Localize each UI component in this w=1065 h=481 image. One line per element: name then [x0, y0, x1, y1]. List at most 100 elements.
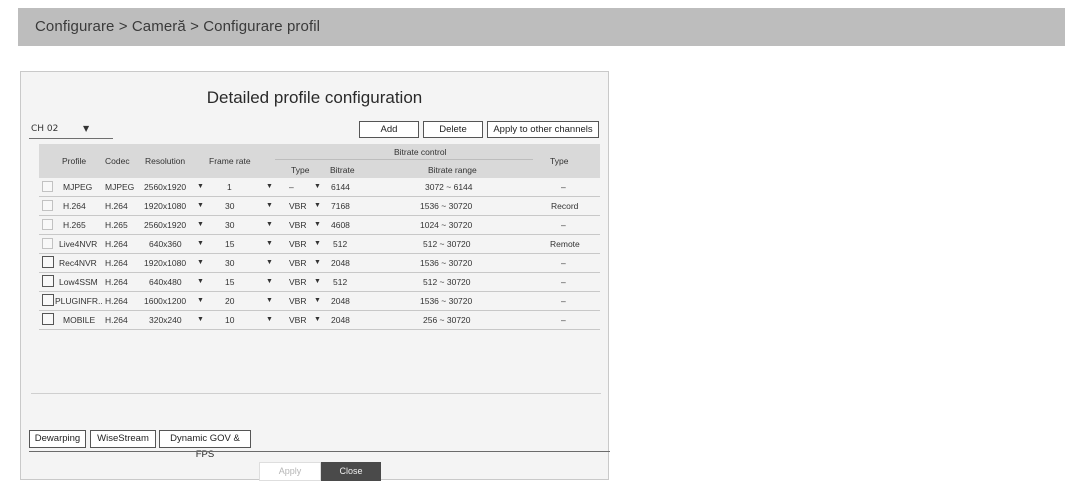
- bitrate-value[interactable]: 6144: [331, 182, 350, 192]
- bitrate-value[interactable]: 4608: [331, 220, 350, 230]
- bitrate-value[interactable]: 2048: [331, 258, 350, 268]
- chevron-down-icon[interactable]: ▼: [314, 240, 321, 247]
- dynamic-gov-fps-button[interactable]: Dynamic GOV & FPS: [159, 430, 251, 460]
- chevron-down-icon[interactable]: ▼: [197, 183, 204, 190]
- profile-name: MOBILE: [63, 315, 96, 325]
- bitrate-value[interactable]: 2048: [331, 296, 350, 306]
- bitrate-type[interactable]: VBR: [289, 220, 306, 230]
- breadcrumb: Configurare > Cameră > Configurare profi…: [35, 18, 321, 35]
- profile-type: –: [561, 220, 566, 230]
- chevron-down-icon[interactable]: ▼: [266, 183, 273, 190]
- add-button[interactable]: Add: [359, 121, 419, 138]
- profile-type: –: [561, 277, 566, 287]
- header-type: Type: [550, 156, 569, 166]
- table-row[interactable]: H.264 H.264 1920x1080 ▼ 30 ▼ VBR ▼ 7168 …: [39, 197, 600, 216]
- bitrate-type[interactable]: VBR: [289, 277, 306, 287]
- row-checkbox[interactable]: [42, 200, 53, 211]
- table-row[interactable]: PLUGINFR.. H.264 1600x1200 ▼ 20 ▼ VBR ▼ …: [39, 292, 600, 311]
- frame-rate[interactable]: 15: [225, 277, 234, 287]
- resolution[interactable]: 640x480: [149, 277, 182, 287]
- resolution[interactable]: 320x240: [149, 315, 182, 325]
- wisestream-button[interactable]: WiseStream: [90, 430, 156, 448]
- profile-name: Live4NVR: [59, 239, 98, 249]
- chevron-down-icon[interactable]: ▼: [314, 297, 321, 304]
- row-checkbox[interactable]: [42, 238, 53, 249]
- apply-button[interactable]: Apply: [259, 462, 321, 481]
- row-checkbox[interactable]: [42, 256, 54, 268]
- row-checkbox[interactable]: [42, 275, 54, 287]
- chevron-down-icon[interactable]: ▼: [197, 221, 204, 228]
- dewarping-button[interactable]: Dewarping: [29, 430, 86, 448]
- table-row[interactable]: MOBILE H.264 320x240 ▼ 10 ▼ VBR ▼ 2048 2…: [39, 311, 600, 330]
- frame-rate[interactable]: 15: [225, 239, 234, 249]
- apply-to-other-channels-button[interactable]: Apply to other channels: [487, 121, 599, 138]
- frame-rate[interactable]: 30: [225, 220, 234, 230]
- resolution[interactable]: 2560x1920: [144, 182, 186, 192]
- resolution[interactable]: 1920x1080: [144, 201, 186, 211]
- chevron-down-icon[interactable]: ▼: [314, 221, 321, 228]
- chevron-down-icon[interactable]: ▼: [266, 316, 273, 323]
- profile-dialog: Detailed profile configuration CH 02 ▼ A…: [20, 71, 610, 481]
- bitrate-range: 1536 ~ 30720: [420, 296, 473, 306]
- chevron-down-icon[interactable]: ▼: [266, 202, 273, 209]
- chevron-down-icon[interactable]: ▼: [266, 221, 273, 228]
- chevron-down-icon[interactable]: ▼: [197, 278, 204, 285]
- codec: H.264: [105, 315, 128, 325]
- chevron-down-icon[interactable]: ▼: [197, 297, 204, 304]
- channel-value: CH 02: [31, 124, 59, 134]
- bitrate-type[interactable]: VBR: [289, 315, 306, 325]
- bitrate-value[interactable]: 2048: [331, 315, 350, 325]
- resolution[interactable]: 1920x1080: [144, 258, 186, 268]
- chevron-down-icon[interactable]: ▼: [266, 259, 273, 266]
- codec: H.264: [105, 201, 128, 211]
- resolution[interactable]: 2560x1920: [144, 220, 186, 230]
- bitrate-type[interactable]: –: [289, 182, 294, 192]
- profile-name: H.264: [63, 201, 86, 211]
- bitrate-value[interactable]: 7168: [331, 201, 350, 211]
- profile-name: MJPEG: [63, 182, 93, 192]
- frame-rate[interactable]: 30: [225, 201, 234, 211]
- header-codec: Codec: [105, 156, 130, 166]
- row-checkbox[interactable]: [42, 294, 54, 306]
- bitrate-type[interactable]: VBR: [289, 296, 306, 306]
- row-checkbox[interactable]: [42, 181, 53, 192]
- close-button[interactable]: Close: [321, 462, 381, 481]
- table-row[interactable]: Rec4NVR H.264 1920x1080 ▼ 30 ▼ VBR ▼ 204…: [39, 254, 600, 273]
- profile-name: PLUGINFR..: [55, 296, 103, 306]
- chevron-down-icon[interactable]: ▼: [197, 316, 204, 323]
- frame-rate[interactable]: 20: [225, 296, 234, 306]
- chevron-down-icon[interactable]: ▼: [197, 240, 204, 247]
- delete-button[interactable]: Delete: [423, 121, 483, 138]
- chevron-down-icon[interactable]: ▼: [266, 240, 273, 247]
- table-row[interactable]: Low4SSM H.264 640x480 ▼ 15 ▼ VBR ▼ 512 5…: [39, 273, 600, 292]
- bitrate-value[interactable]: 512: [333, 277, 347, 287]
- chevron-down-icon[interactable]: ▼: [314, 259, 321, 266]
- row-checkbox[interactable]: [42, 219, 53, 230]
- chevron-down-icon[interactable]: ▼: [314, 316, 321, 323]
- chevron-down-icon[interactable]: ▼: [314, 183, 321, 190]
- row-checkbox[interactable]: [42, 313, 54, 325]
- chevron-down-icon[interactable]: ▼: [266, 278, 273, 285]
- table-row[interactable]: H.265 H.265 2560x1920 ▼ 30 ▼ VBR ▼ 4608 …: [39, 216, 600, 235]
- chevron-down-icon[interactable]: ▼: [197, 259, 204, 266]
- table-row[interactable]: MJPEG MJPEG 2560x1920 ▼ 1 ▼ – ▼ 6144 307…: [39, 178, 600, 197]
- profile-type: –: [561, 315, 566, 325]
- frame-rate[interactable]: 10: [225, 315, 234, 325]
- frame-rate[interactable]: 30: [225, 258, 234, 268]
- header-bitrate-control: Bitrate control: [394, 147, 447, 157]
- bitrate-type[interactable]: VBR: [289, 258, 306, 268]
- frame-rate[interactable]: 1: [227, 182, 232, 192]
- bitrate-value[interactable]: 512: [333, 239, 347, 249]
- channel-select[interactable]: CH 02 ▼: [29, 121, 113, 139]
- bitrate-type[interactable]: VBR: [289, 239, 306, 249]
- profile-type: –: [561, 182, 566, 192]
- chevron-down-icon[interactable]: ▼: [314, 278, 321, 285]
- chevron-down-icon[interactable]: ▼: [266, 297, 273, 304]
- table-row[interactable]: Live4NVR H.264 640x360 ▼ 15 ▼ VBR ▼ 512 …: [39, 235, 600, 254]
- resolution[interactable]: 640x360: [149, 239, 182, 249]
- chevron-down-icon[interactable]: ▼: [197, 202, 204, 209]
- chevron-down-icon[interactable]: ▼: [314, 202, 321, 209]
- bitrate-type[interactable]: VBR: [289, 201, 306, 211]
- resolution[interactable]: 1600x1200: [144, 296, 186, 306]
- dialog-title: Detailed profile configuration: [206, 88, 423, 107]
